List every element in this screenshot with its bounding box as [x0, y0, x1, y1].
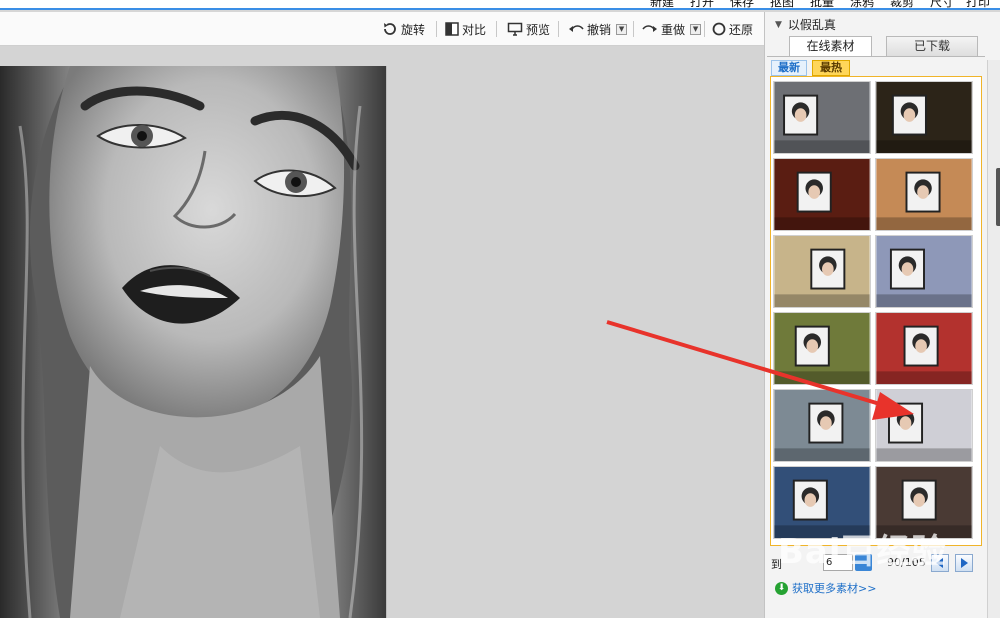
preview-icon: [507, 22, 523, 36]
thumbnail-heart-hands[interactable]: [875, 158, 973, 231]
thumbnail-train-windows[interactable]: [875, 312, 973, 385]
download-icon: ⬇: [775, 581, 788, 595]
restore-label: 还原: [729, 22, 754, 37]
panel-title: 以假乱真: [787, 18, 836, 32]
scrollbar-thumb[interactable]: [996, 168, 1000, 226]
rotate-button[interactable]: 旋转: [382, 19, 425, 39]
thumbnail-welcome-banner[interactable]: [875, 389, 973, 462]
arrow-right-icon: [961, 558, 968, 568]
preview-label: 预览: [526, 22, 551, 37]
menu-size[interactable]: 尺寸: [930, 0, 954, 8]
tabs-divider: [767, 56, 985, 57]
toolbar-divider: [558, 21, 559, 37]
photo-editor-window: 新建 打开 保存 抠图 批量 涂鸦 裁剪 尺寸 打印 旋转 对比 预览 撤销 ▼: [0, 0, 1000, 618]
thumbnail-grid: [770, 76, 982, 546]
compare-label: 对比: [462, 22, 487, 37]
menu-new[interactable]: 新建: [650, 0, 674, 8]
compare-button[interactable]: 对比: [445, 19, 486, 39]
menu-save[interactable]: 保存: [730, 0, 754, 8]
material-panel: ▼ 以假乱真 在线素材 已下载 最新 最热 到 6 90/105 ⬇ 获取更多素…: [764, 12, 1000, 618]
next-page-button[interactable]: [955, 554, 973, 572]
undo-dropdown-icon[interactable]: ▼: [616, 23, 628, 35]
toolbar-divider: [704, 21, 705, 37]
page-count: 90/105: [887, 556, 926, 569]
thumbnail-building-poster[interactable]: [773, 235, 871, 308]
thumbnail-red-kiosk-poster[interactable]: [773, 158, 871, 231]
panel-scrollbar[interactable]: [987, 60, 1000, 618]
more-link-label: 获取更多素材>>: [792, 582, 877, 595]
toolbar-divider: [496, 21, 497, 37]
redo-dropdown-icon[interactable]: ▼: [690, 23, 702, 35]
collapse-triangle-icon[interactable]: ▼: [775, 20, 782, 30]
subtab-hottest[interactable]: 最热: [812, 60, 850, 76]
undo-label: 撤销: [587, 22, 612, 37]
preview-button[interactable]: 预览: [507, 19, 550, 39]
page-number-input[interactable]: 6: [823, 554, 853, 571]
thumbnail-storefront-poster[interactable]: [875, 466, 973, 539]
thumbnail-billboard-tower[interactable]: [875, 235, 973, 308]
undo-icon: [569, 25, 584, 32]
compare-icon: [445, 22, 459, 36]
prev-page-button[interactable]: [931, 554, 949, 572]
toolbar-divider: [633, 21, 634, 37]
rotate-label: 旋转: [401, 22, 426, 37]
menu-print[interactable]: 打印: [966, 0, 990, 8]
menu-crop[interactable]: 裁剪: [890, 0, 914, 8]
portrait-photo: [0, 66, 386, 618]
thumbnail-bus-stop-billboard[interactable]: [773, 81, 871, 154]
arrow-left-icon: [936, 558, 943, 568]
toolbar-divider: [436, 21, 437, 37]
thumbnail-green-room-poster[interactable]: [773, 312, 871, 385]
redo-button[interactable]: 重做 ▼: [642, 19, 702, 39]
menu-open[interactable]: 打开: [690, 0, 714, 8]
main-menu-bar: 新建 打开 保存 抠图 批量 涂鸦 裁剪 尺寸 打印: [0, 0, 1000, 10]
tab-online-materials[interactable]: 在线素材: [789, 36, 872, 56]
redo-icon: [642, 25, 657, 32]
editor-toolbar: 旋转 对比 预览 撤销 ▼ 重做 ▼ 还原: [0, 12, 764, 46]
restore-icon: [712, 22, 726, 36]
image-canvas[interactable]: [0, 46, 764, 618]
go-page-button[interactable]: [855, 554, 872, 571]
thumbnail-night-street-poster[interactable]: [875, 81, 973, 154]
goto-page-label: 到: [771, 558, 782, 571]
get-more-materials-link[interactable]: ⬇ 获取更多素材>>: [775, 580, 876, 596]
menu-doodle[interactable]: 涂鸦: [850, 0, 874, 8]
undo-button[interactable]: 撤销 ▼: [568, 19, 628, 39]
pagination: 到 6 90/105: [765, 552, 985, 574]
rotate-icon: [384, 23, 396, 35]
menu-cutout[interactable]: 抠图: [770, 0, 794, 8]
restore-button[interactable]: 还原: [712, 19, 753, 39]
redo-label: 重做: [661, 22, 686, 37]
thumbnail-stage-screen[interactable]: [773, 466, 871, 539]
tab-downloaded[interactable]: 已下载: [886, 36, 978, 56]
subtab-newest[interactable]: 最新: [771, 60, 807, 76]
panel-header[interactable]: ▼ 以假乱真: [775, 16, 836, 33]
thumbnail-dome-screen[interactable]: [773, 389, 871, 462]
menu-batch[interactable]: 批量: [810, 0, 834, 8]
